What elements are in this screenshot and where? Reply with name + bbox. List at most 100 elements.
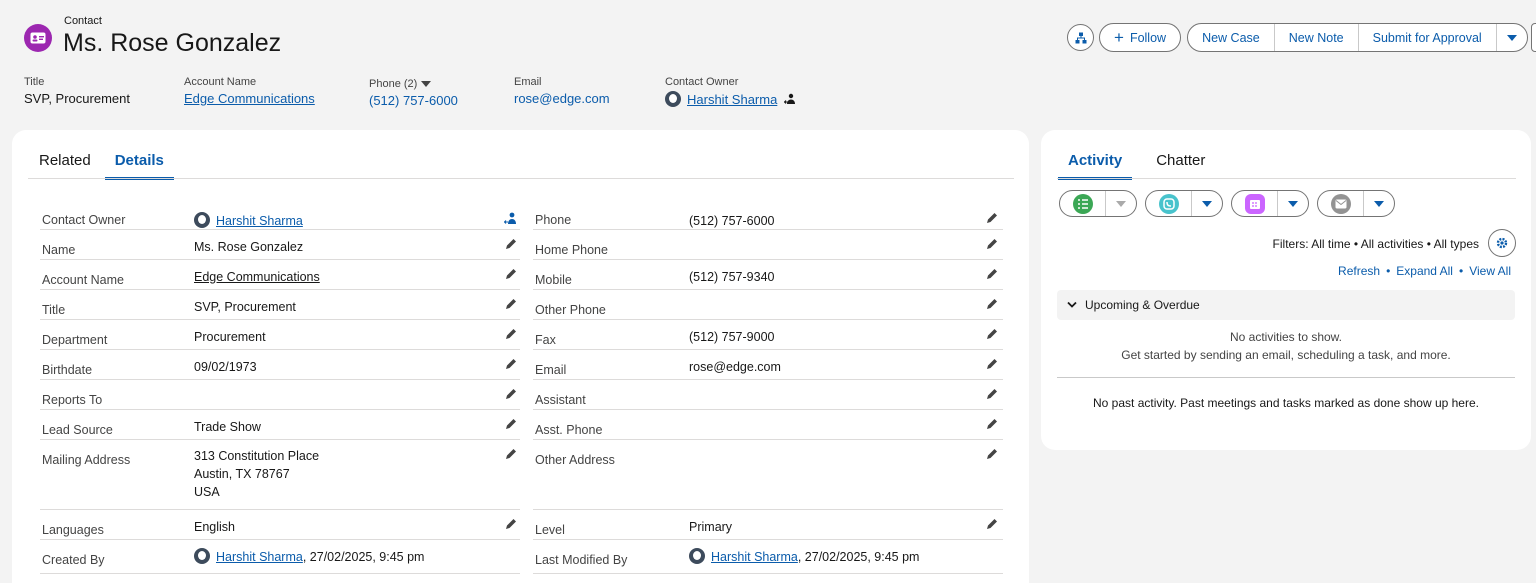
- account-link[interactable]: Edge Communications: [184, 91, 315, 106]
- activity-composer-buttons: [1059, 190, 1403, 217]
- edit-pencil-icon[interactable]: [985, 267, 999, 281]
- activity-links: Refresh • Expand All • View All: [1338, 264, 1511, 278]
- field-row-last-modified-by: Last Modified By Harshit Sharma, 27/02/2…: [533, 540, 1003, 574]
- new-event-group: [1231, 190, 1309, 217]
- edit-pencil-icon[interactable]: [504, 447, 518, 461]
- action-button-group: New Case New Note Submit for Approval: [1187, 23, 1528, 52]
- tab-chatter[interactable]: Chatter: [1156, 152, 1205, 180]
- email-dropdown[interactable]: [1364, 191, 1394, 216]
- hierarchy-button[interactable]: [1067, 24, 1094, 51]
- edit-pencil-icon[interactable]: [985, 237, 999, 251]
- no-past-activity-text: No past activity. Past meetings and task…: [1093, 396, 1479, 410]
- new-task-button[interactable]: [1060, 191, 1106, 216]
- details-card: Related Details Contact Owner Harshit Sh…: [12, 130, 1029, 583]
- follow-button[interactable]: + Follow: [1099, 23, 1182, 52]
- no-activities-text: No activities to show.: [1229, 330, 1343, 344]
- new-note-button[interactable]: New Note: [1275, 24, 1359, 51]
- field-row-other-address: Other Address: [533, 440, 1003, 510]
- edit-pencil-icon[interactable]: [985, 357, 999, 371]
- edit-pencil-icon[interactable]: [985, 447, 999, 461]
- field-row-phone: Phone (512) 757-6000: [533, 200, 1003, 230]
- log-call-dropdown[interactable]: [1192, 191, 1222, 216]
- field-row-contact-owner: Contact Owner Harshit Sharma: [40, 200, 520, 230]
- email-icon: [1330, 193, 1351, 214]
- avatar: [689, 548, 705, 564]
- mailing-address-link[interactable]: 313 Constitution Place Austin, TX 78767 …: [194, 447, 319, 501]
- tab-details[interactable]: Details: [104, 152, 174, 180]
- refresh-link[interactable]: Refresh: [1338, 264, 1380, 278]
- task-icon: [1072, 193, 1093, 214]
- new-task-dropdown[interactable]: [1106, 191, 1136, 216]
- header-field-title: Title SVP, Procurement: [24, 76, 130, 106]
- mobile-link[interactable]: (512) 757-9340: [689, 268, 774, 286]
- chevron-down-icon: [1374, 200, 1384, 207]
- header-actions: + Follow New Case New Note Submit for Ap…: [1067, 23, 1528, 52]
- activity-divider: [1057, 377, 1515, 378]
- field-row-created-by: Created By Harshit Sharma, 27/02/2025, 9…: [40, 540, 520, 574]
- record-title: Ms. Rose Gonzalez: [63, 29, 282, 57]
- field-row-lead-source: Lead Source Trade Show: [40, 410, 520, 440]
- get-started-text: Get started by sending an email, schedul…: [1121, 348, 1451, 362]
- change-owner-icon[interactable]: [504, 211, 518, 225]
- submit-for-approval-button[interactable]: Submit for Approval: [1359, 24, 1497, 51]
- follow-label: Follow: [1129, 30, 1167, 45]
- expand-all-link[interactable]: Expand All: [1396, 264, 1453, 278]
- phone-link[interactable]: (512) 757-6000: [689, 212, 774, 230]
- field-row-languages: Languages English: [40, 510, 520, 540]
- new-task-group: [1059, 190, 1137, 217]
- account-link[interactable]: Edge Communications: [194, 268, 320, 286]
- hierarchy-icon: [1075, 32, 1086, 43]
- new-case-button[interactable]: New Case: [1188, 24, 1275, 51]
- upcoming-overdue-section[interactable]: Upcoming & Overdue: [1057, 290, 1515, 320]
- record-tabs: Related Details: [39, 152, 198, 180]
- owner-link[interactable]: Harshit Sharma: [216, 214, 303, 228]
- change-owner-icon[interactable]: [783, 93, 796, 105]
- email-link[interactable]: rose@edge.com: [689, 358, 781, 376]
- view-all-link[interactable]: View All: [1469, 264, 1511, 278]
- field-row-mailing-address: Mailing Address 313 Constitution Place A…: [40, 440, 520, 510]
- last-modified-by-link[interactable]: Harshit Sharma: [711, 550, 798, 564]
- activity-tabs: Activity Chatter: [1058, 152, 1229, 180]
- edit-pencil-icon[interactable]: [504, 267, 518, 281]
- fax-link[interactable]: (512) 757-9000: [689, 328, 774, 346]
- edit-pencil-icon[interactable]: [985, 387, 999, 401]
- phone-link[interactable]: (512) 757-6000: [369, 93, 458, 108]
- phone-dropdown-icon[interactable]: [421, 81, 432, 87]
- header-field-owner: Contact Owner Harshit Sharma: [665, 76, 796, 107]
- edit-pencil-icon[interactable]: [504, 237, 518, 251]
- field-row-reports-to: Reports To: [40, 380, 520, 410]
- header-field-email: Email rose@edge.com: [514, 76, 610, 106]
- new-event-dropdown[interactable]: [1278, 191, 1308, 216]
- edit-pencil-icon[interactable]: [504, 297, 518, 311]
- owner-link[interactable]: Harshit Sharma: [687, 92, 777, 107]
- activity-filters-text: Filters: All time • All activities • All…: [1272, 237, 1479, 251]
- more-actions-button[interactable]: [1497, 24, 1527, 51]
- activity-settings-button[interactable]: [1488, 229, 1516, 257]
- email-button[interactable]: [1318, 191, 1364, 216]
- edit-pencil-icon[interactable]: [504, 357, 518, 371]
- email-link[interactable]: rose@edge.com: [514, 91, 610, 106]
- overflow-button[interactable]: [1531, 23, 1536, 52]
- email-group: [1317, 190, 1395, 217]
- edit-pencil-icon[interactable]: [985, 297, 999, 311]
- created-by-link[interactable]: Harshit Sharma: [216, 550, 303, 564]
- tab-activity[interactable]: Activity: [1058, 152, 1133, 180]
- log-call-button[interactable]: [1146, 191, 1192, 216]
- edit-pencil-icon[interactable]: [504, 387, 518, 401]
- edit-pencil-icon[interactable]: [985, 211, 999, 225]
- header-field-phone: Phone (2) (512) 757-6000: [369, 78, 458, 108]
- edit-pencil-icon[interactable]: [504, 417, 518, 431]
- log-call-group: [1145, 190, 1223, 217]
- tab-related[interactable]: Related: [39, 152, 91, 180]
- edit-pencil-icon[interactable]: [985, 517, 999, 531]
- field-row-fax: Fax (512) 757-9000: [533, 320, 1003, 350]
- edit-pencil-icon[interactable]: [504, 327, 518, 341]
- field-row-asst-phone: Asst. Phone: [533, 410, 1003, 440]
- edit-pencil-icon[interactable]: [504, 517, 518, 531]
- tab-divider: [28, 178, 1014, 179]
- new-event-button[interactable]: [1232, 191, 1278, 216]
- tab-divider: [1057, 178, 1516, 179]
- edit-pencil-icon[interactable]: [985, 417, 999, 431]
- avatar: [665, 91, 681, 107]
- edit-pencil-icon[interactable]: [985, 327, 999, 341]
